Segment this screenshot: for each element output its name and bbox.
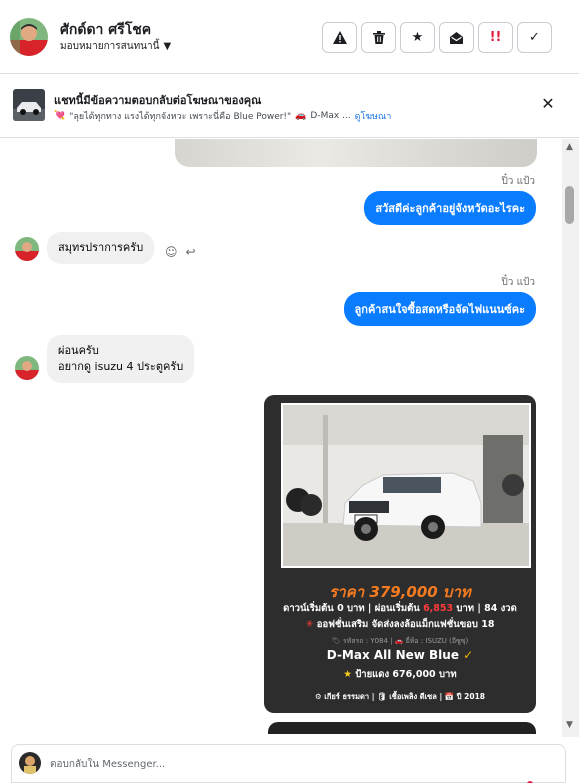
ad-installment-term: บาท | 84 งวด	[453, 603, 517, 614]
car-ad-image-message[interactable]: ราคา 379,000 บาท ดาวน์เริ่มต้น 0 บาท | ผ…	[264, 395, 536, 713]
message-thread[interactable]: ปิ๋ว แป้ว สวัสดีค่ะลูกค้าอยู่จังหวัดอะไร…	[0, 139, 562, 734]
assign-conversation-dropdown[interactable]: มอบหมายการสนทนานี้ ▼	[60, 39, 171, 54]
incoming-message[interactable]: สมุทรปราการครับ	[47, 232, 155, 264]
ad-new-price-line: ★ ป้ายแดง 676,000 บาท	[264, 667, 536, 682]
ad-thumbnail[interactable]	[13, 89, 45, 121]
reply-icon[interactable]: ↩	[186, 245, 196, 259]
heart-emoji-icon: 💘	[54, 111, 66, 121]
message-line: อยากดู isuzu 4 ประตูครับ	[58, 360, 184, 373]
header-actions: ★ !! ✓	[322, 22, 552, 53]
incoming-message[interactable]: ผ่อนครับ อยากดู isuzu 4 ประตูครับ	[47, 335, 195, 383]
sender-name: ปิ๋ว แป้ว	[501, 176, 535, 187]
ad-snippet-text: "ลุยได้ทุกทาง แรงได้ทุกจังหวะ เพราะนี่คื…	[69, 112, 292, 122]
ad-down-payment-text: ดาวน์เริ่มต้น 0 บาท | ผ่อนเริ่มต้น	[283, 603, 424, 614]
spam-button[interactable]	[322, 22, 357, 53]
view-ad-link[interactable]: ดูโฆษณา	[355, 109, 392, 123]
sender-name: ปิ๋ว แป้ว	[501, 277, 535, 288]
star-icon: ★	[411, 30, 424, 45]
delete-button[interactable]	[361, 22, 396, 53]
star-button[interactable]: ★	[400, 22, 435, 53]
warning-icon	[332, 31, 347, 44]
message-composer	[11, 744, 566, 783]
ad-banner-snippet: 💘 "ลุยได้ทุกทาง แรงได้ทุกจังหวะ เพราะนี่…	[54, 109, 391, 123]
message-line: ผ่อนครับ	[58, 344, 99, 357]
contact-avatar[interactable]	[10, 18, 48, 56]
ad-down-payment-line: ดาวน์เริ่มต้น 0 บาท | ผ่อนเริ่มต้น 6,853…	[264, 601, 536, 616]
trash-icon	[372, 31, 385, 44]
ad-specs-line: ⚙ เกียร์ ธรรมดา | 🛢 เชื้อเพลิง ดีเซล | 📅…	[314, 692, 486, 701]
scroll-up-arrow-icon[interactable]: ▲	[566, 142, 573, 152]
ad-new-price-text: ป้ายแดง 676,000 บาท	[351, 669, 457, 680]
conversation-header: ศักด์ดา ศรีโชค มอบหมายการสนทนานี้ ▼ ★ !!…	[0, 0, 579, 74]
react-icon[interactable]: ☺	[165, 245, 178, 259]
outgoing-message[interactable]: สวัสดีค่ะลูกค้าอยู่จังหวัดอะไรคะ	[364, 191, 536, 225]
ad-snippet-tail: D-Max ...	[310, 111, 351, 121]
caret-down-icon: ▼	[163, 41, 172, 52]
scroll-down-arrow-icon[interactable]: ▼	[566, 720, 573, 730]
scroll-thumb[interactable]	[565, 186, 574, 224]
previous-image-attachment[interactable]	[175, 139, 537, 167]
car-photo	[281, 403, 531, 568]
envelope-open-icon	[450, 31, 463, 44]
page-avatar	[19, 752, 41, 774]
verified-check-icon: ✓	[463, 648, 474, 662]
mark-unread-button[interactable]	[439, 22, 474, 53]
ad-model-name: D-Max All New Blue	[326, 648, 459, 662]
asterisk-icon: ✳	[305, 619, 314, 630]
outgoing-message[interactable]: ลูกค้าสนใจซื้อสดหรือจัดไฟแนนซ์คะ	[343, 292, 536, 326]
ad-options-line: ✳ ออฟชั่นเสริม จัดส่งลงล้อแม็กแฟชั่นขอบ …	[264, 617, 536, 632]
contact-name[interactable]: ศักด์ดา ศรีโชค	[60, 19, 151, 41]
customer-avatar[interactable]	[15, 237, 39, 261]
thread-scrollbar[interactable]: ▲ ▼	[562, 139, 579, 737]
ad-model-line: D-Max All New Blue ✓	[264, 648, 536, 662]
reply-input[interactable]	[50, 755, 530, 773]
star-icon: ★	[343, 669, 352, 680]
assign-label: มอบหมายการสนทนานี้	[60, 41, 160, 52]
ad-car-code-line: 🏷 รหัสรถ : Y084 | 🚗 ยี่ห้อ : ISUZU (อีซู…	[331, 637, 469, 645]
car-emoji-icon: 🚗	[295, 111, 307, 121]
message-tools: ☺ ↩	[165, 245, 196, 259]
next-image-message[interactable]	[268, 722, 536, 734]
follow-up-button[interactable]: !!	[478, 22, 513, 53]
ad-installment-amount: 6,853	[423, 603, 454, 614]
follow-up-icon: !!	[489, 30, 502, 45]
close-banner-icon[interactable]: ✕	[539, 95, 557, 113]
ad-reply-banner: แชทนี้มีข้อความตอบกลับต่อโฆษณาของคุณ 💘 "…	[0, 74, 579, 138]
done-button[interactable]: ✓	[517, 22, 552, 53]
ad-options-text: ออฟชั่นเสริม จัดส่งลงล้อแม็กแฟชั่นขอบ 18	[313, 619, 495, 630]
check-icon: ✓	[529, 30, 540, 45]
customer-avatar[interactable]	[15, 356, 39, 380]
ad-banner-title: แชทนี้มีข้อความตอบกลับต่อโฆษณาของคุณ	[54, 94, 262, 107]
